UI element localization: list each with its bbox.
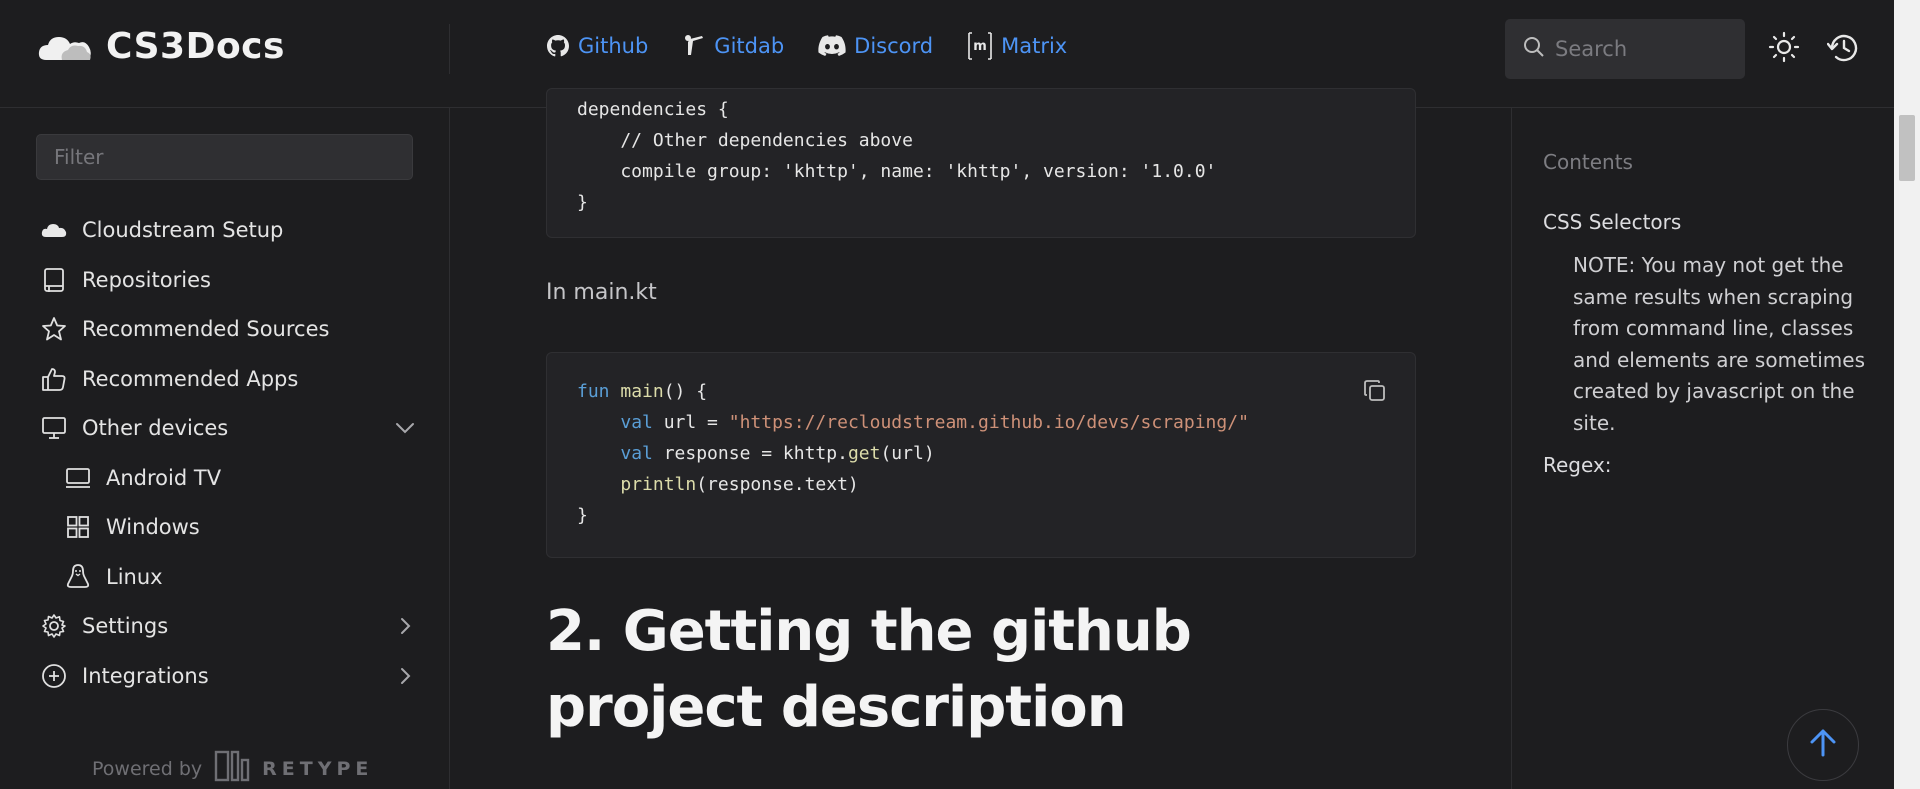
sidebar-item-linux[interactable]: Linux [64,561,414,593]
discord-link[interactable]: Discord [818,34,933,58]
gitdab-icon [682,33,706,59]
chevron-right-icon [394,616,416,641]
search-box[interactable] [1505,19,1745,79]
arrow-up-icon [1807,727,1839,763]
code-keyword: fun [577,381,610,402]
sidebar-item-label: Other devices [82,416,229,440]
gitdab-link-label: Gitdab [714,34,785,58]
linux-icon [64,563,92,591]
sidebar-item-other-devices[interactable]: Other devices [40,412,420,444]
discord-link-label: Discord [854,34,934,58]
github-icon [546,34,570,58]
header-divider [449,24,450,74]
sidebar-item-label: Recommended Apps [82,367,299,391]
monitor-icon [40,414,68,442]
copy-icon[interactable] [1363,379,1387,407]
code-text: url = [652,412,729,433]
thumbs-up-icon [40,365,68,393]
sidebar-item-integrations[interactable]: Integrations [40,660,420,692]
main-content: dependencies { // Other dependencies abo… [450,88,1511,789]
discord-icon [818,35,846,57]
star-icon [40,315,68,343]
code-block: fun main() { val url = "https://reclouds… [546,352,1416,558]
toc-item-css-selectors[interactable]: CSS Selectors [1543,210,1681,234]
sidebar-item-label: Windows [106,515,200,539]
code-line: println(response.text) [577,474,859,495]
github-link[interactable]: Github [546,34,648,58]
cloud-logo-icon [38,32,92,62]
paragraph: In main.kt [546,280,657,305]
search-input[interactable] [1555,37,1735,61]
retype-brand: RETYPE [262,757,374,780]
code-text: (url) [880,443,935,464]
sidebar-item-recommended-apps[interactable]: Recommended Apps [40,363,420,395]
code-line: compile group: 'khttp', name: 'khttp', v… [577,161,1217,182]
code-text: () { [663,381,708,402]
chevron-down-icon [394,418,416,443]
code-line: dependencies { [577,99,729,120]
matrix-link-label: Matrix [1001,34,1068,58]
back-to-top-button[interactable] [1787,709,1859,781]
matrix-icon: m [967,32,993,60]
svg-text:m: m [973,39,987,54]
code-line: // Other dependencies above [577,130,913,151]
cloud-icon [40,216,68,244]
sidebar-item-settings[interactable]: Settings [40,610,420,642]
sidebar-item-label: Android TV [106,466,222,490]
sidebar-item-label: Cloudstream Setup [82,218,284,242]
sidebar-item-label: Linux [106,565,163,589]
code-text: (response.text) [696,474,859,495]
toc-title: Contents [1543,150,1633,174]
sidebar-item-cloudstream-setup[interactable]: Cloudstream Setup [40,214,420,246]
history-icon[interactable] [1826,31,1861,69]
code-string: "https://recloudstream.github.io/devs/sc… [728,412,1249,433]
code-line: fun main() { [577,381,707,402]
powered-by[interactable]: Powered by RETYPE [92,750,373,787]
chevron-right-icon [394,666,416,691]
sidebar-item-label: Integrations [82,664,209,688]
scrollbar[interactable] [1894,0,1920,789]
brand[interactable]: CS3Docs [38,26,285,67]
sidebar-item-label: Recommended Sources [82,317,330,341]
section-heading: 2. Getting the github project descriptio… [546,599,1192,740]
top-links: Github Gitdab Discord m Matrix [546,32,1067,60]
sidebar-item-label: Repositories [82,268,211,292]
code-function: get [847,443,881,464]
retype-logo-icon [214,750,250,787]
powered-by-label: Powered by [92,757,203,780]
code-block: dependencies { // Other dependencies abo… [546,88,1416,238]
code-keyword: val [620,412,653,433]
code-line: } [577,505,588,526]
toc-item-regex[interactable]: Regex: [1543,453,1612,477]
tv-icon [64,464,92,492]
table-of-contents: Contents CSS Selectors NOTE: You may not… [1511,108,1894,789]
sidebar-item-label: Settings [82,614,169,638]
code-line: val response = khttp.get(url) [577,443,935,464]
gear-icon [40,612,68,640]
sidebar-item-recommended-sources[interactable]: Recommended Sources [40,313,420,345]
code-line: } [577,192,588,213]
code-line: val url = "https://recloudstream.github.… [577,412,1249,433]
sidebar-item-android-tv[interactable]: Android TV [64,462,414,494]
brand-name: CS3Docs [106,26,285,67]
gitdab-link[interactable]: Gitdab [682,33,784,59]
scrollbar-thumb[interactable] [1899,115,1915,181]
toc-item-note[interactable]: NOTE: You may not get the same results w… [1573,250,1873,439]
matrix-link[interactable]: m Matrix [967,32,1067,60]
github-link-label: Github [578,34,649,58]
book-icon [40,266,68,294]
windows-icon [64,513,92,541]
sidebar: Cloudstream Setup Repositories Recommend… [0,108,450,789]
plus-circle-icon [40,662,68,690]
search-icon [1523,36,1545,62]
code-text: response = khttp. [652,443,848,464]
code-keyword: val [620,443,653,464]
filter-input[interactable] [36,134,413,180]
code-function: println [620,474,697,495]
sidebar-item-repositories[interactable]: Repositories [40,264,420,296]
sidebar-item-windows[interactable]: Windows [64,511,414,543]
code-function: main [620,381,664,402]
sun-icon[interactable] [1768,31,1800,67]
